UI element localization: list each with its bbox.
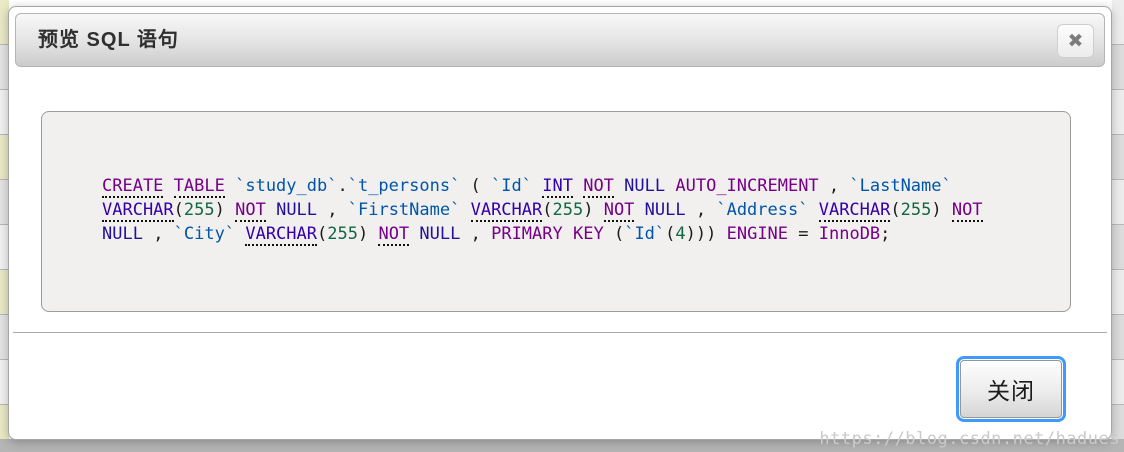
sql-token: KEY [573,224,604,244]
sql-token: ( [665,224,676,244]
sql-token: , [142,224,174,244]
sql-code-box: CREATE TABLE `study_db`.`t_persons` ( `I… [41,111,1071,312]
sql-code-line: NULL , `City` VARCHAR(255) NOT NULL , PR… [102,222,1030,246]
sql-doc-link[interactable]: NOT [378,224,410,246]
sql-doc-link[interactable]: INT [542,176,573,198]
close-x-icon: ✖ [1067,29,1084,52]
sql-token: `LastName` [849,176,952,196]
sql-token: `Address` [716,200,809,220]
sql-token: NULL [276,200,318,220]
sql-token: InnoDB [818,224,881,244]
sql-code-line: CREATE TABLE `study_db`.`t_persons` ( `I… [102,174,1030,198]
sql-token: PRIMARY [491,224,563,244]
close-dialog-button[interactable]: 关闭 [956,356,1066,422]
sql-doc-link[interactable]: VARCHAR [102,200,174,222]
sql-token: . [337,176,348,196]
csdn-watermark: https://blog.csdn.net/hadues [819,429,1120,449]
background-table-rows-right [1112,0,1124,440]
sql-doc-link[interactable]: NOT [951,200,983,222]
sql-token: `Id` [491,176,532,196]
sql-token: 255 [327,224,358,244]
sql-token: `Id` [624,224,666,244]
sql-doc-link[interactable]: TABLE [173,176,225,198]
sql-token: ( [542,200,553,220]
sql-token: ))) [685,224,727,244]
sql-token: ) [214,200,236,220]
close-dialog-button-label: 关闭 [960,360,1062,418]
sql-token: , [317,200,348,220]
sql-token: ; [880,224,891,244]
sql-doc-link[interactable]: CREATE [102,176,164,198]
sql-doc-link[interactable]: VARCHAR [470,200,543,222]
sql-code-line: VARCHAR(255) NOT NULL , `FirstName` VARC… [102,198,1030,222]
sql-token: `study_db` [235,176,338,196]
sql-token: NULL [644,200,686,220]
sql-token: ( [460,176,492,196]
sql-token: ) [931,200,952,220]
sql-token: 255 [183,200,215,220]
sql-doc-link[interactable]: NOT [603,200,635,222]
sql-token: , [685,200,717,220]
sql-token: ( [603,224,625,244]
sql-doc-link[interactable]: NOT [235,200,266,222]
sql-doc-link[interactable]: NOT [583,176,614,198]
sql-token: = [788,224,819,244]
sql-token: ) [357,224,379,244]
sql-token: ) [583,200,604,220]
sql-token: AUTO_INCREMENT [675,176,819,196]
sql-token: ( [317,224,328,244]
sql-token: 4 [675,224,686,244]
sql-token: `City` [173,224,236,244]
sql-token: `FirstName` [347,200,461,220]
sql-token: 255 [552,200,584,220]
dialog-titlebar[interactable]: 预览 SQL 语句 ✖ [15,13,1105,67]
sql-doc-link[interactable]: VARCHAR [245,224,317,246]
sql-code: CREATE TABLE `study_db`.`t_persons` ( `I… [102,174,1030,246]
sql-token: ( [890,200,901,220]
sql-token: 255 [900,200,932,220]
sql-token: NULL [624,176,666,196]
sql-token: ( [173,200,184,220]
buttonpane-separator [13,332,1107,333]
dialog-title: 预览 SQL 语句 [38,29,179,51]
sql-token: , [818,176,850,196]
dialog-close-button[interactable]: ✖ [1057,24,1094,58]
sql-token: NULL [419,224,461,244]
sql-token: NULL [102,224,143,244]
sql-preview-dialog: 预览 SQL 语句 ✖ CREATE TABLE `study_db`.`t_p… [8,6,1112,440]
sql-doc-link[interactable]: VARCHAR [818,200,891,222]
sql-token: , [460,224,492,244]
sql-token: `t_persons` [347,176,461,196]
sql-token: ENGINE [726,224,789,244]
